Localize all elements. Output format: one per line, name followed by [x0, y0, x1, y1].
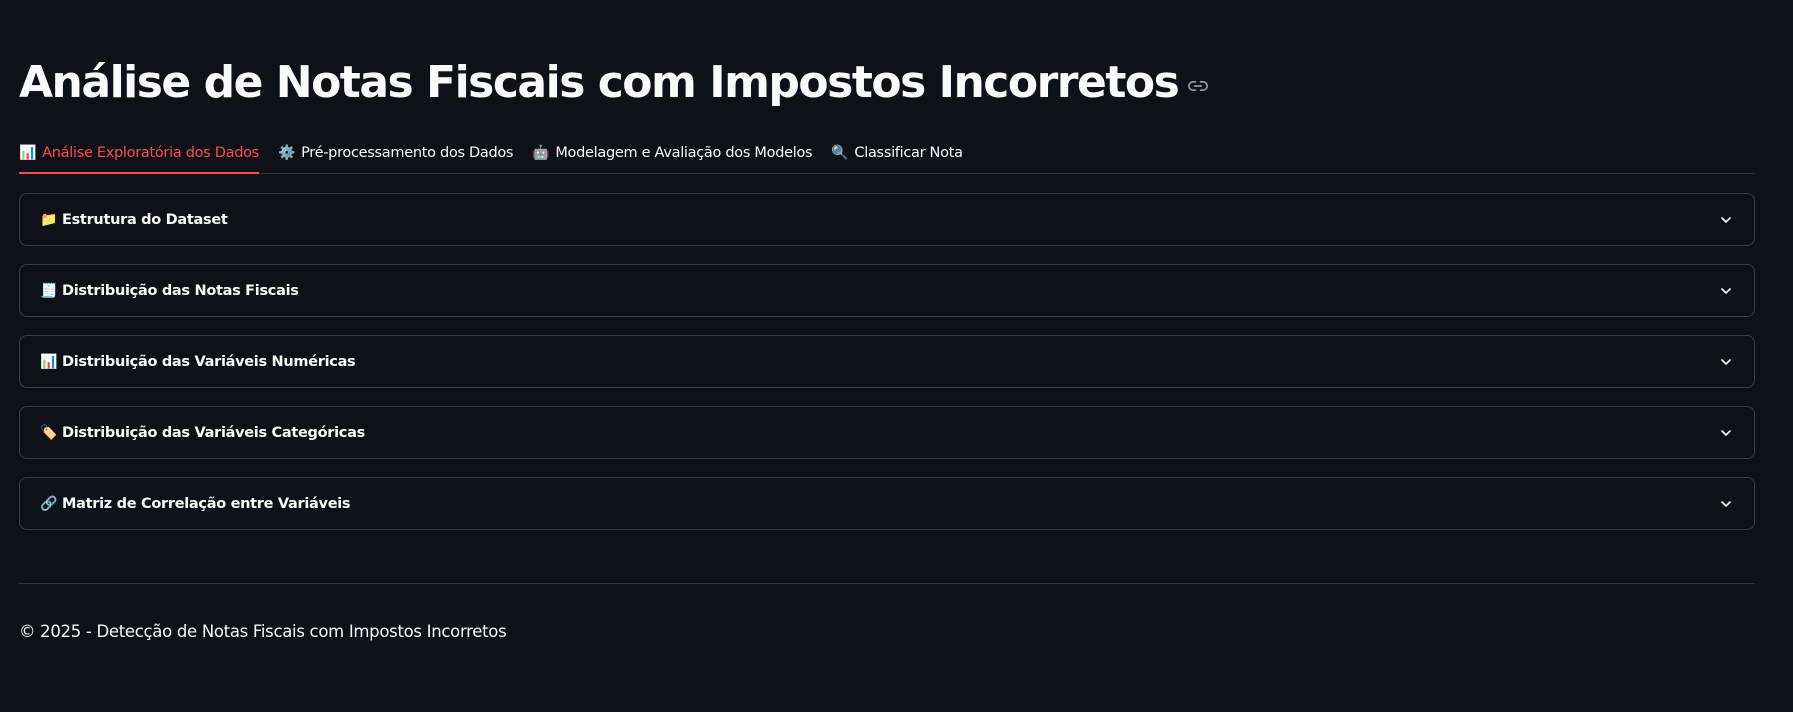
expander-label: Distribuição das Variáveis Numéricas — [62, 353, 356, 370]
tab-label: Modelagem e Avaliação dos Modelos — [555, 145, 813, 161]
tab-label: Classificar Nota — [854, 145, 963, 161]
tag-icon: 🏷️ — [40, 424, 58, 441]
expander-estrutura-dataset[interactable]: 📁 Estrutura do Dataset — [19, 193, 1755, 246]
magnifier-icon: 🔍 — [831, 145, 849, 161]
robot-icon: 🤖 — [532, 145, 550, 161]
chevron-down-icon[interactable] — [1718, 354, 1734, 370]
expander-label: Distribuição das Notas Fiscais — [62, 282, 299, 299]
tab-classificar-nota[interactable]: 🔍 Classificar Nota — [831, 133, 963, 173]
tab-pre-processamento[interactable]: ⚙️ Pré-processamento dos Dados — [277, 133, 514, 173]
expander-variaveis-categoricas[interactable]: 🏷️ Distribuição das Variáveis Categórica… — [19, 406, 1755, 459]
chevron-down-icon[interactable] — [1718, 212, 1734, 228]
link-icon[interactable] — [1188, 76, 1209, 96]
title-row: Análise de Notas Fiscais com Impostos In… — [19, 50, 1209, 116]
chevron-down-icon[interactable] — [1718, 425, 1734, 441]
tab-bar: 📊 Análise Exploratória dos Dados ⚙️ Pré-… — [19, 133, 1755, 174]
gear-icon: ⚙️ — [277, 145, 296, 161]
tab-label: Pré-processamento dos Dados — [301, 145, 514, 161]
chevron-down-icon[interactable] — [1718, 496, 1734, 512]
expander-label: Estrutura do Dataset — [62, 211, 228, 228]
tab-label: Análise Exploratória dos Dados — [42, 144, 259, 161]
chevron-down-icon[interactable] — [1718, 283, 1734, 299]
expander-label: Distribuição das Variáveis Categóricas — [62, 424, 365, 441]
folder-icon: 📁 — [40, 211, 58, 228]
expander-matriz-correlacao[interactable]: 🔗 Matriz de Correlação entre Variáveis — [19, 477, 1755, 530]
tab-analise-exploratoria[interactable]: 📊 Análise Exploratória dos Dados — [19, 133, 259, 174]
bar-chart-icon: 📊 — [19, 144, 37, 161]
expander-list: 📁 Estrutura do Dataset 🧾 Distribuição da… — [19, 193, 1755, 548]
link-icon: 🔗 — [40, 495, 58, 512]
expander-variaveis-numericas[interactable]: 📊 Distribuição das Variáveis Numéricas — [19, 335, 1755, 388]
footer-text: © 2025 - Detecção de Notas Fiscais com I… — [19, 622, 507, 641]
expander-distribuicao-notas[interactable]: 🧾 Distribuição das Notas Fiscais — [19, 264, 1755, 317]
receipt-icon: 🧾 — [40, 282, 58, 299]
expander-label: Matriz de Correlação entre Variáveis — [62, 495, 351, 512]
footer-divider — [19, 583, 1755, 584]
tab-modelagem[interactable]: 🤖 Modelagem e Avaliação dos Modelos — [532, 133, 812, 173]
bar-chart-icon: 📊 — [40, 353, 58, 370]
page-title: Análise de Notas Fiscais com Impostos In… — [19, 57, 1180, 108]
